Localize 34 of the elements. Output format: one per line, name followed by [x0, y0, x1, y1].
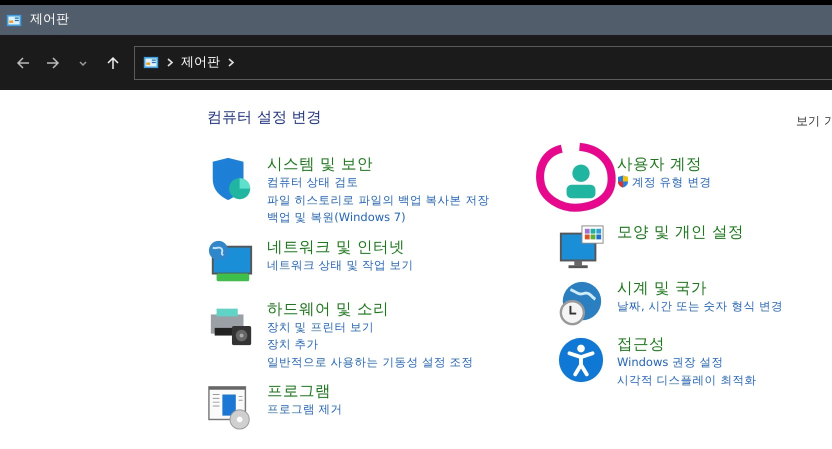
category-link[interactable]: 사용자 계정 — [617, 154, 702, 174]
task-link[interactable]: 날짜, 시간 또는 숫자 형식 변경 — [617, 298, 783, 316]
task-link[interactable]: 네트워크 상태 및 작업 보기 — [267, 256, 414, 274]
category-link[interactable]: 네트워크 및 인터넷 — [267, 236, 405, 256]
task-link[interactable]: 컴퓨터 상태 검토 — [267, 174, 358, 192]
control-panel-icon — [143, 55, 159, 70]
category-link[interactable]: 모양 및 개인 설정 — [617, 222, 744, 242]
task-link[interactable]: 시각적 디스플레이 최적화 — [617, 372, 756, 389]
task-link[interactable]: 장치 및 프린터 보기 — [267, 318, 374, 336]
back-arrow-icon[interactable] — [16, 56, 30, 70]
task-link[interactable]: 계정 유형 변경 — [617, 174, 712, 192]
address-bar[interactable]: 제어판 — [134, 46, 832, 80]
category-link[interactable]: 접근성 — [617, 334, 665, 354]
chevron-icon[interactable] — [167, 58, 173, 67]
window-title: 제어판 — [30, 11, 69, 30]
task-link[interactable]: 백업 및 복원(Windows 7) — [267, 209, 406, 226]
breadcrumb-item[interactable]: 제어판 — [181, 52, 220, 72]
category-link[interactable]: 시스템 및 보안 — [267, 154, 373, 174]
accessibility-icon[interactable] — [557, 336, 605, 384]
task-link[interactable]: 장치 추가 — [267, 336, 319, 354]
page-heading: 컴퓨터 설정 변경 — [207, 108, 322, 126]
category-link[interactable]: 하드웨어 및 소리 — [267, 298, 389, 318]
task-link[interactable]: 파일 히스토리로 파일의 백업 복사본 저장 — [267, 192, 490, 209]
task-link[interactable]: 일반적으로 사용하는 기동성 설정 조정 — [267, 354, 474, 371]
task-link[interactable]: Windows 권장 설정 — [617, 354, 724, 372]
task-link[interactable]: 프로그램 제거 — [267, 401, 343, 418]
up-arrow-icon[interactable] — [106, 56, 120, 70]
view-by-label: 보기 기 — [796, 113, 832, 130]
forward-arrow-icon[interactable] — [46, 56, 60, 70]
chevron-icon[interactable] — [228, 58, 234, 67]
category-link[interactable]: 프로그램 — [267, 381, 331, 401]
control-panel-icon — [6, 12, 22, 28]
category-link[interactable]: 시계 및 국가 — [617, 278, 707, 298]
shield-icon — [617, 175, 629, 188]
